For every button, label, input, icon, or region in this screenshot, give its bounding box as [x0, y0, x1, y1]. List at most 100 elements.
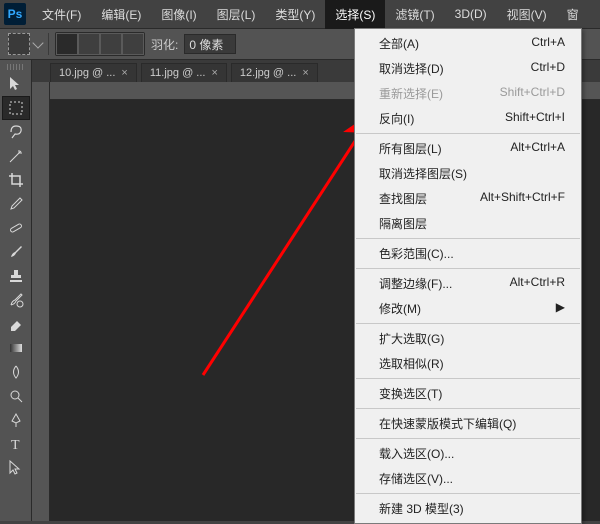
feather-input[interactable] — [184, 34, 236, 54]
marquee-tool[interactable] — [2, 96, 30, 120]
tab-label: 10.jpg @ ... — [59, 67, 115, 79]
path-select-tool[interactable] — [2, 456, 30, 480]
menu-item-shortcut: Ctrl+D — [531, 60, 565, 77]
menu-item[interactable]: 修改(M)▶ — [355, 296, 581, 321]
lasso-tool[interactable] — [2, 120, 30, 144]
close-icon[interactable]: × — [211, 67, 217, 79]
menu-item[interactable]: 在快速蒙版模式下编辑(Q) — [355, 411, 581, 436]
menu-item-label: 色彩范围(C)... — [379, 245, 454, 262]
type-tool[interactable]: T — [2, 432, 30, 456]
eraser-tool[interactable] — [2, 312, 30, 336]
menu-item-label: 全部(A) — [379, 35, 419, 52]
tab-label: 12.jpg @ ... — [240, 67, 296, 79]
menu-类型[interactable]: 类型(Y) — [265, 0, 325, 29]
chevron-down-icon[interactable] — [32, 37, 43, 48]
menu-item-label: 新建 3D 模型(3) — [379, 500, 464, 517]
selection-mode-group — [55, 32, 145, 56]
menu-视图[interactable]: 视图(V) — [497, 0, 557, 29]
gradient-tool[interactable] — [2, 336, 30, 360]
menu-item[interactable]: 全部(A) Ctrl+A — [355, 31, 581, 56]
close-icon[interactable]: × — [121, 67, 127, 79]
sel-mode-new[interactable] — [56, 33, 78, 55]
menu-item-shortcut: Ctrl+A — [531, 35, 565, 52]
menu-item-label: 扩大选取(G) — [379, 330, 444, 347]
menu-item-label: 修改(M) — [379, 300, 421, 317]
menu-窗[interactable]: 窗 — [557, 0, 589, 29]
menu-separator — [356, 133, 580, 134]
tool-column-grip[interactable] — [7, 64, 25, 70]
menu-item-shortcut: Alt+Ctrl+A — [510, 140, 565, 157]
menu-item-label: 调整边缘(F)... — [379, 275, 452, 292]
menu-图像[interactable]: 图像(I) — [151, 0, 206, 29]
sel-mode-add[interactable] — [78, 33, 100, 55]
menu-separator — [356, 268, 580, 269]
menu-item-label: 取消选择图层(S) — [379, 165, 467, 182]
menubar: Ps 文件(F)编辑(E)图像(I)图层(L)类型(Y)选择(S)滤镜(T)3D… — [0, 0, 600, 28]
menu-item[interactable]: 载入选区(O)... — [355, 441, 581, 466]
menu-item-label: 选取相似(R) — [379, 355, 444, 372]
history-brush-tool[interactable] — [2, 288, 30, 312]
menu-item-label: 在快速蒙版模式下编辑(Q) — [379, 415, 516, 432]
menu-文件[interactable]: 文件(F) — [32, 0, 91, 29]
menu-3D[interactable]: 3D(D) — [445, 1, 497, 27]
tool-column: T — [0, 60, 32, 521]
menu-item[interactable]: 选取相似(R) — [355, 351, 581, 376]
menu-item-label: 重新选择(E) — [379, 85, 443, 102]
menu-item: 重新选择(E) Shift+Ctrl+D — [355, 81, 581, 106]
menu-item-label: 变换选区(T) — [379, 385, 442, 402]
document-tab[interactable]: 12.jpg @ ... × — [231, 63, 318, 82]
document-tab[interactable]: 10.jpg @ ... × — [50, 63, 137, 82]
menu-item[interactable]: 取消选择图层(S) — [355, 161, 581, 186]
sel-mode-subtract[interactable] — [100, 33, 122, 55]
select-menu-dropdown: 全部(A) Ctrl+A 取消选择(D)Ctrl+D 重新选择(E) Shift+Ctr… — [354, 28, 582, 524]
eyedropper-tool[interactable] — [2, 192, 30, 216]
menu-item[interactable]: 存储选区(V)... — [355, 466, 581, 491]
menu-item-label: 存储选区(V)... — [379, 470, 453, 487]
menu-item[interactable]: 新建 3D 模型(3) — [355, 496, 581, 521]
feather-label: 羽化: — [151, 36, 178, 53]
menu-item[interactable]: 取消选择(D)Ctrl+D — [355, 56, 581, 81]
menu-item[interactable]: 所有图层(L) Alt+Ctrl+A — [355, 136, 581, 161]
blur-tool[interactable] — [2, 360, 30, 384]
menu-item[interactable]: 调整边缘(F)...Alt+Ctrl+R — [355, 271, 581, 296]
crop-tool[interactable] — [2, 168, 30, 192]
quick-select-tool[interactable] — [2, 144, 30, 168]
menu-separator — [356, 438, 580, 439]
menu-separator — [356, 238, 580, 239]
menu-item[interactable]: 扩大选取(G) — [355, 326, 581, 351]
menu-item-label: 反向(I) — [379, 110, 414, 127]
menu-item[interactable]: 色彩范围(C)... — [355, 241, 581, 266]
svg-text:T: T — [11, 438, 20, 453]
document-tab[interactable]: 11.jpg @ ... × — [141, 63, 227, 82]
menu-separator — [356, 408, 580, 409]
menu-item-label: 载入选区(O)... — [379, 445, 454, 462]
tool-preset-icon[interactable] — [8, 33, 30, 55]
menu-选择[interactable]: 选择(S) — [325, 0, 385, 29]
dodge-tool[interactable] — [2, 384, 30, 408]
menu-滤镜[interactable]: 滤镜(T) — [385, 0, 444, 29]
menu-item-label: 查找图层 — [379, 190, 427, 207]
menu-item-shortcut: Shift+Ctrl+I — [505, 110, 565, 127]
menu-item[interactable]: 隔离图层 — [355, 211, 581, 236]
menu-item-label: 隔离图层 — [379, 215, 427, 232]
menu-编辑[interactable]: 编辑(E) — [91, 0, 151, 29]
menu-item-shortcut: Alt+Shift+Ctrl+F — [480, 190, 565, 207]
ruler-vertical — [32, 82, 50, 521]
menu-separator — [356, 378, 580, 379]
menu-item[interactable]: 变换选区(T) — [355, 381, 581, 406]
pen-tool[interactable] — [2, 408, 30, 432]
move-tool[interactable] — [2, 72, 30, 96]
menu-separator — [356, 323, 580, 324]
tab-label: 11.jpg @ ... — [150, 67, 206, 79]
menu-图层[interactable]: 图层(L) — [207, 0, 266, 29]
stamp-tool[interactable] — [2, 264, 30, 288]
menu-item[interactable]: 查找图层 Alt+Shift+Ctrl+F — [355, 186, 581, 211]
sel-mode-intersect[interactable] — [122, 33, 144, 55]
menu-item[interactable]: 反向(I) Shift+Ctrl+I — [355, 106, 581, 131]
menu-item-label: 所有图层(L) — [379, 140, 442, 157]
menu-item-shortcut: Shift+Ctrl+D — [500, 85, 565, 102]
close-icon[interactable]: × — [302, 67, 308, 79]
healing-tool[interactable] — [2, 216, 30, 240]
brush-tool[interactable] — [2, 240, 30, 264]
menu-separator — [356, 493, 580, 494]
